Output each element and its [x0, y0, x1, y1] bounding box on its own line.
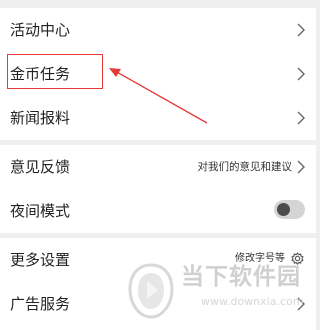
watermark-logo-icon [128, 263, 174, 319]
watermark-url: www.downxia.com [201, 295, 304, 308]
chevron-right-icon [297, 67, 305, 81]
menu-item-label: 夜间模式 [10, 202, 71, 220]
menu-item-news-tip[interactable]: 新闻报料 [0, 96, 316, 140]
toggle-knob [277, 203, 290, 216]
menu-item-label: 金币任务 [10, 65, 71, 83]
menu-item-label: 新闻报料 [10, 109, 71, 127]
menu-item-label: 意见反馈 [10, 158, 71, 176]
chevron-right-icon [297, 23, 305, 37]
menu-item-night-mode: 夜间模式 [0, 189, 316, 233]
menu-item-label: 更多设置 [10, 251, 71, 269]
watermark-title: 当下软件园 [181, 264, 301, 290]
menu-item-label: 广告服务 [10, 295, 71, 313]
menu-item-feedback[interactable]: 意见反馈 对我们的意见和建议 [0, 145, 316, 189]
menu-item-label: 活动中心 [10, 21, 71, 39]
top-divider [0, 0, 316, 8]
menu-item-description: 对我们的意见和建议 [197, 161, 293, 173]
chevron-right-icon [297, 160, 305, 174]
chevron-right-icon [297, 111, 305, 125]
menu-item-activity-center[interactable]: 活动中心 [0, 8, 316, 52]
menu-group-2: 意见反馈 对我们的意见和建议 夜间模式 [0, 145, 316, 233]
menu-item-coin-tasks[interactable]: 金币任务 [0, 52, 316, 96]
menu-group-1: 活动中心 金币任务 新闻报料 [0, 8, 316, 140]
night-mode-toggle[interactable] [274, 200, 305, 219]
